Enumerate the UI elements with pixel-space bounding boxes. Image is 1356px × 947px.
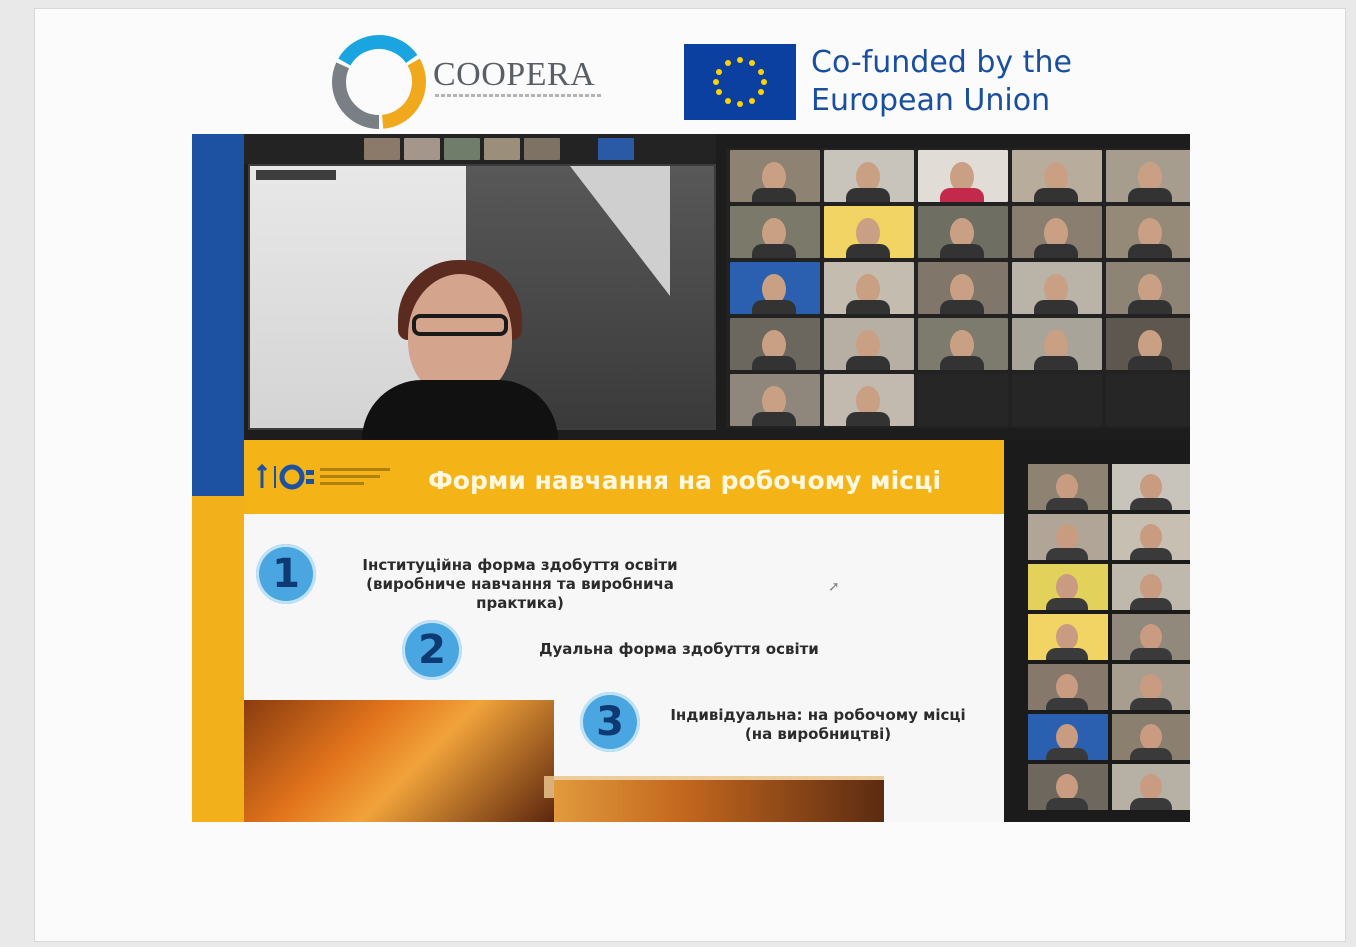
participant-thumb — [484, 138, 520, 160]
item-number-1: 1 — [256, 544, 316, 604]
active-speaker-video — [248, 164, 716, 440]
video-conference-screenshot: Форми навчання на робочому місці 1 Інсти… — [192, 134, 1190, 822]
slide-photo — [244, 700, 554, 822]
blue-side-bar — [192, 134, 244, 496]
slide-title: Форми навчання на робочому місці — [428, 466, 942, 495]
item-number-2: 2 — [402, 620, 462, 680]
item-1-text: Інституційна форма здобуття освіти (виро… — [362, 556, 678, 612]
coopera-wordmark: COOPERA — [433, 56, 596, 93]
eu-flag-icon — [684, 44, 796, 120]
slide-header: Форми навчання на робочому місці — [244, 440, 1004, 514]
participant-thumb — [598, 138, 634, 160]
side-participants-gallery — [1004, 440, 1190, 822]
yellow-side-bar — [192, 496, 244, 822]
coopera-tagline — [435, 94, 601, 97]
eu-cofunded-line1: Co-funded by the — [811, 45, 1072, 80]
ministry-logo-icon — [256, 463, 390, 490]
participant-thumb — [524, 138, 560, 160]
participant-strip — [244, 134, 716, 164]
item-3-text: Індивідуальна: на робочому місці (на вир… — [670, 706, 966, 743]
mouse-cursor-icon: ➚ — [828, 578, 840, 594]
participants-gallery — [726, 148, 1190, 428]
presentation-slide: Форми навчання на робочому місці 1 Інсти… — [244, 440, 1004, 822]
item-number-3: 3 — [580, 692, 640, 752]
participant-thumb — [404, 138, 440, 160]
coopera-logo-icon — [332, 35, 426, 129]
eu-cofunded-line2: European Union — [811, 83, 1051, 118]
participant-thumb — [444, 138, 480, 160]
speaker-name-tag — [256, 170, 336, 180]
participant-thumb — [364, 138, 400, 160]
item-2-text: Дуальна форма здобуття освіти — [539, 640, 819, 658]
